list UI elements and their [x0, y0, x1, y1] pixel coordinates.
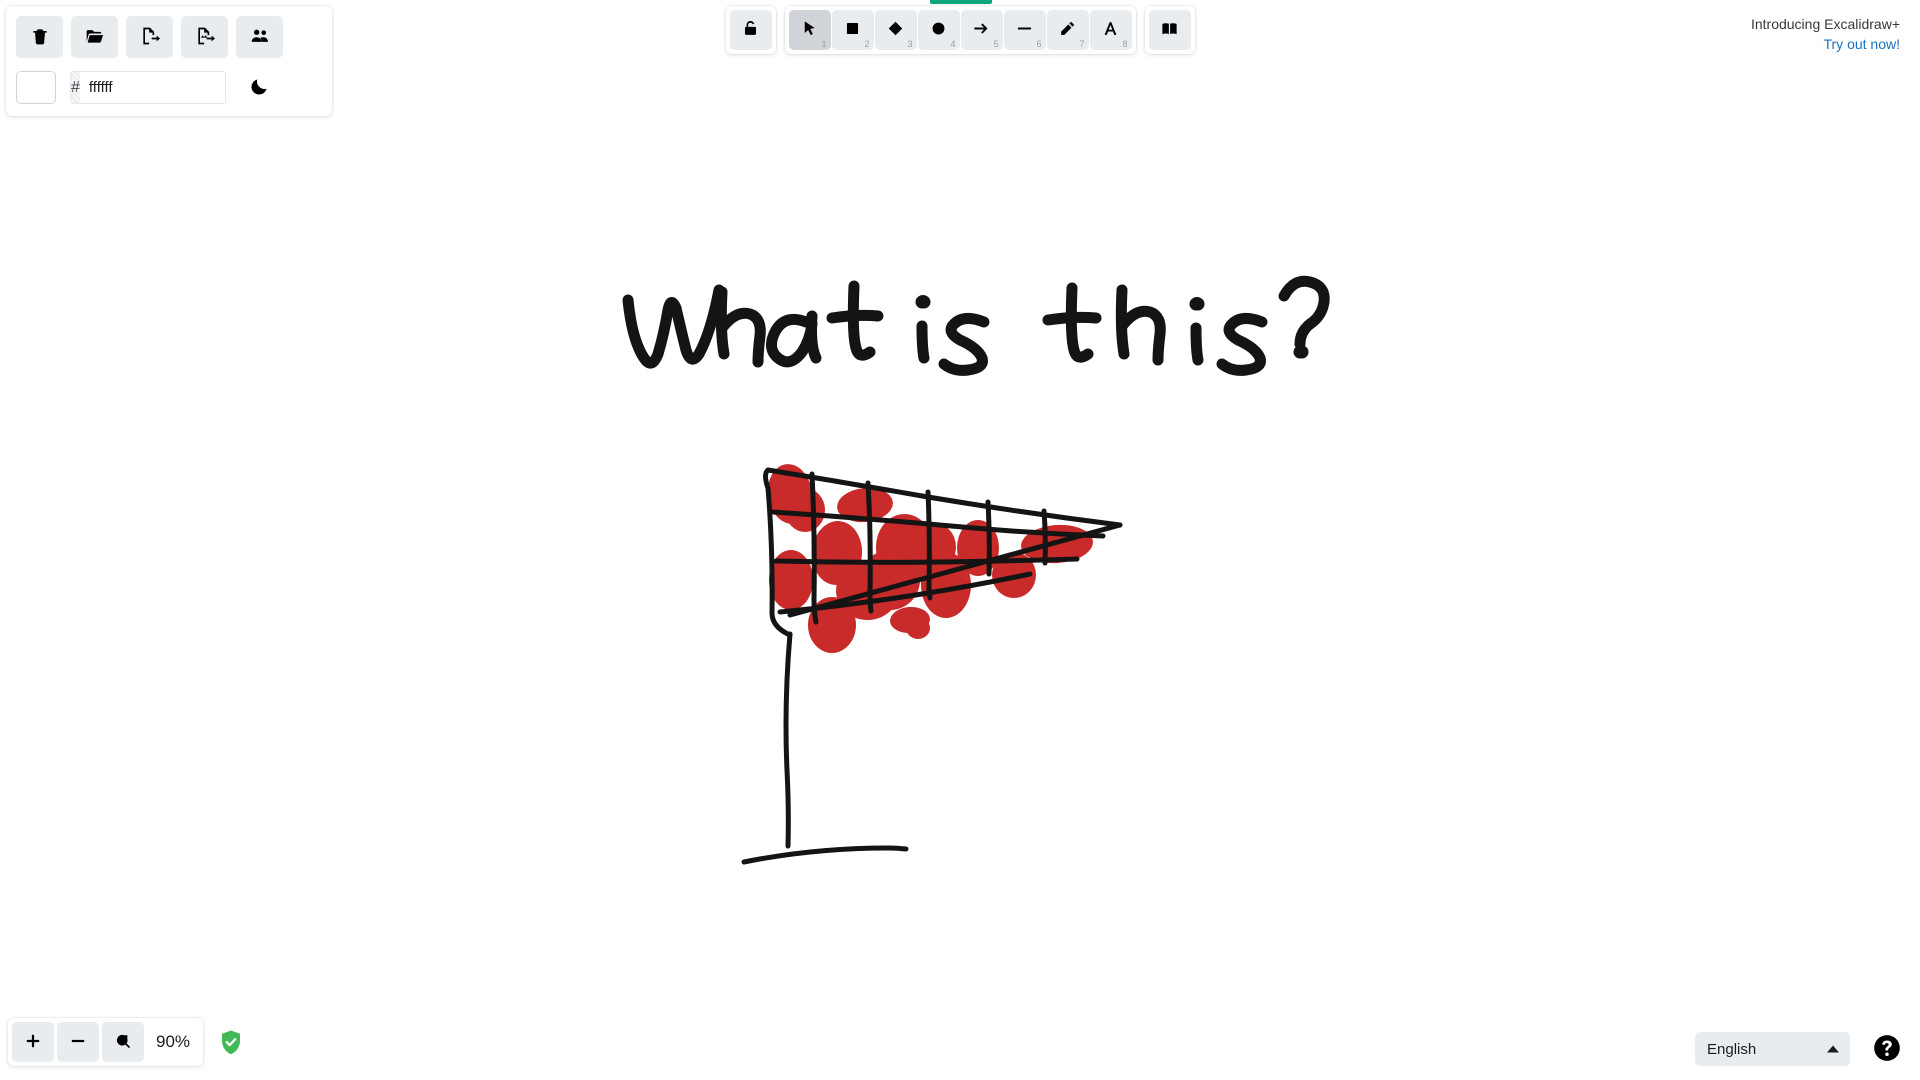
library-island	[1144, 6, 1195, 54]
save-to-button[interactable]	[126, 16, 173, 58]
tool-shortcut-key: 7	[1079, 39, 1085, 49]
lock-open-icon	[741, 19, 760, 41]
canvas-background-swatch[interactable]	[16, 71, 56, 104]
shape-tools-island: 1 2 3 4 5 6 7 8	[784, 6, 1136, 54]
tool-shortcut-key: 2	[864, 39, 870, 49]
theme-toggle-button[interactable]	[244, 73, 274, 103]
tool-text[interactable]: 8	[1089, 10, 1132, 50]
tool-shortcut-key: 3	[907, 39, 913, 49]
tool-shortcut-key: 4	[950, 39, 956, 49]
tool-diamond[interactable]: 3	[874, 10, 917, 50]
cursor-arrow-icon	[800, 19, 819, 41]
square-icon	[843, 19, 862, 41]
tool-rectangle[interactable]: 2	[831, 10, 874, 50]
excalidraw-plus-promo: Introducing Excalidraw+ Try out now!	[1751, 14, 1900, 55]
export-file-icon	[140, 26, 160, 49]
line-icon	[1015, 19, 1034, 41]
canvas-background-hex-field[interactable]: #	[70, 71, 226, 104]
folder-open-icon	[85, 26, 105, 49]
language-select[interactable]: English	[1695, 1032, 1850, 1066]
tool-line[interactable]: 6	[1003, 10, 1046, 50]
trash-icon	[30, 26, 50, 49]
plus-icon	[24, 1032, 42, 1053]
promo-title: Introducing Excalidraw+	[1750, 16, 1900, 32]
minus-icon	[69, 1032, 87, 1053]
export-image-button[interactable]	[181, 16, 228, 58]
pencil-icon	[1058, 19, 1077, 41]
drawing-canvas[interactable]	[0, 0, 1920, 1080]
zoom-island: 90%	[8, 1018, 203, 1066]
tool-arrow[interactable]: 5	[960, 10, 1003, 50]
book-open-icon	[1160, 19, 1179, 41]
moon-icon	[249, 76, 270, 100]
canvas-background-hex-input[interactable]	[79, 72, 225, 103]
magnifier-reset-icon	[114, 1032, 132, 1053]
canvas-actions-panel: #	[6, 6, 332, 116]
canvas-actions-row	[16, 16, 322, 58]
zoom-in-button[interactable]	[12, 1022, 54, 1062]
bottom-right-controls: English	[1695, 1032, 1902, 1066]
promo-try-out-link[interactable]: Try out now!	[1751, 34, 1900, 54]
zoom-out-button[interactable]	[57, 1022, 99, 1062]
tool-selection[interactable]: 1	[788, 10, 831, 50]
tool-shortcut-key: 6	[1036, 39, 1042, 49]
keep-tool-active-lock-button[interactable]	[729, 10, 772, 50]
help-button[interactable]	[1872, 1034, 1902, 1064]
bottom-left-controls: 90%	[8, 1018, 243, 1066]
tool-draw[interactable]: 7	[1046, 10, 1089, 50]
collaboration-people-icon	[250, 26, 270, 49]
text-a-icon	[1101, 19, 1120, 41]
diamond-icon	[886, 19, 905, 41]
top-progress-bar	[930, 0, 992, 4]
tool-shortcut-key: 8	[1122, 39, 1128, 49]
canvas-background-row: #	[16, 71, 322, 104]
reset-canvas-button[interactable]	[16, 16, 63, 58]
tool-shortcut-key: 1	[821, 39, 827, 49]
zoom-reset-button[interactable]	[102, 1022, 144, 1062]
shield-check-icon	[219, 1029, 243, 1056]
circle-icon	[929, 19, 948, 41]
arrow-right-icon	[972, 19, 991, 41]
excalidraw-app: # ffffff 1 2 3 4 5 6 7 8 Introducing Exc…	[0, 0, 1920, 1080]
tool-ellipse[interactable]: 4	[917, 10, 960, 50]
language-select-value: English	[1707, 1040, 1757, 1058]
tool-shortcut-key: 5	[993, 39, 999, 49]
export-image-icon	[195, 26, 215, 49]
live-collaboration-button[interactable]	[236, 16, 283, 58]
library-button[interactable]	[1148, 10, 1191, 50]
lock-tool-island	[725, 6, 776, 54]
canvas-text-what-is-this	[622, 275, 1330, 376]
question-mark-circle-icon	[1873, 1034, 1901, 1065]
chevron-up-icon	[1827, 1045, 1839, 1053]
zoom-level-value[interactable]: 90%	[147, 1032, 199, 1052]
open-button[interactable]	[71, 16, 118, 58]
hex-prefix-label: #	[71, 72, 80, 103]
